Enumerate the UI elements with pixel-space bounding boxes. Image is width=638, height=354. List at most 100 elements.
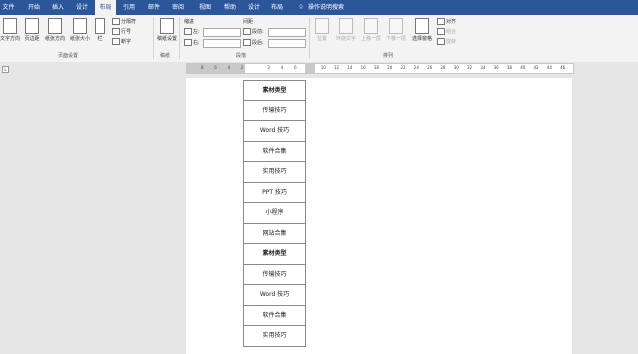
ruler-tick-label: 40	[520, 65, 526, 70]
table-cell[interactable]: Word 技巧	[244, 285, 305, 306]
btn-label: 对齐	[446, 19, 457, 25]
line-numbers-button[interactable]: 行号	[112, 28, 131, 35]
ruler-tick-label: 6	[294, 65, 297, 70]
group-button[interactable]: 组合	[437, 28, 456, 35]
page-setup-group-label: 页面设置	[58, 53, 79, 59]
spacing-before-input[interactable]	[268, 28, 306, 37]
ruler-tick-label: 32	[467, 65, 473, 70]
ribbon-panel: 文字方向 页边距 纸张方向 纸张大小 栏 分隔符 行号 断字 页面设置 稿纸设置…	[0, 15, 638, 63]
align-button[interactable]: 对齐	[437, 18, 456, 25]
table-cell[interactable]: 小程序	[244, 203, 305, 224]
spacing-after-icon	[243, 39, 251, 46]
tab-design[interactable]: 设计	[71, 0, 93, 15]
btn-label: 页边距	[24, 36, 40, 42]
margins-icon	[25, 18, 39, 34]
breaks-icon	[112, 18, 120, 25]
btn-label: 栏	[97, 36, 103, 42]
breaks-button[interactable]: 分隔符	[112, 18, 136, 25]
ruler-tick-label: 46	[560, 65, 566, 70]
spacing-after-label: 段后:	[243, 39, 264, 46]
columns-button[interactable]: 栏	[94, 18, 106, 42]
btn-label: 环绕文字	[335, 36, 356, 42]
tab-help[interactable]: 帮助	[219, 0, 241, 15]
margins-button[interactable]: 页边距	[22, 18, 42, 42]
label-text: 段后:	[252, 40, 264, 46]
text-direction-button[interactable]: 文字方向	[0, 18, 20, 42]
ruler-tick-label: 36	[493, 65, 499, 70]
table-cell[interactable]: 实用技巧	[244, 326, 305, 347]
label-text: 段前:	[252, 29, 264, 35]
position-icon	[315, 18, 329, 34]
btn-label: 位置	[316, 36, 327, 42]
ruler-tick-label: 12	[334, 65, 340, 70]
bring-forward-icon	[364, 18, 378, 34]
ruler-tick-label: 2	[240, 65, 244, 70]
table-cell[interactable]: 传输技巧	[244, 265, 305, 285]
table-cell[interactable]: Word 技巧	[244, 121, 305, 142]
btn-label: 纸张方向	[44, 36, 65, 42]
label-text: 右:	[193, 40, 200, 46]
position-button[interactable]: 位置	[312, 18, 332, 42]
spacing-heading: 间距	[243, 19, 254, 25]
table-cell[interactable]: PPT 技巧	[244, 183, 305, 203]
tab-table-design[interactable]: 设计	[243, 0, 265, 15]
manuscript-settings-button[interactable]: 稿纸设置	[157, 18, 177, 42]
line-numbers-icon	[112, 28, 120, 35]
tab-table-layout[interactable]: 布局	[266, 0, 288, 15]
tab-selector-icon[interactable]: L	[2, 66, 9, 73]
ruler-tick-label: 22	[400, 65, 406, 70]
selection-pane-button[interactable]: 选择窗格	[409, 18, 435, 42]
hyphenation-button[interactable]: 断字	[112, 38, 131, 45]
rotate-icon	[437, 38, 445, 45]
indent-right-input[interactable]	[203, 39, 241, 48]
ribbon-tab-bar: 文件 开始 插入 设计 布局 引用 邮件 审阅 视图 帮助 设计 布局 💡︎ 操…	[0, 0, 638, 15]
table-cell[interactable]: 传输技巧	[244, 101, 305, 121]
ruler-tick-label: 34	[480, 65, 486, 70]
btn-label: 下移一层	[385, 36, 406, 42]
ruler-tick-label: 4	[280, 65, 284, 70]
spacing-before-icon	[243, 28, 251, 35]
horizontal-ruler[interactable]: 8 6 4 2 2 4 6 10 12 14 16 18 20 22 24 26 28 30 32 34 36 38 40 4…	[186, 63, 574, 74]
indent-left-label: 左:	[184, 28, 200, 35]
table-cell[interactable]: 素材类型	[244, 80, 305, 101]
wrap-text-button[interactable]: 环绕文字	[334, 18, 358, 42]
tab-home[interactable]: 开始	[22, 0, 46, 15]
lightbulb-icon[interactable]: 💡︎	[296, 0, 306, 15]
btn-label: 选择窗格	[411, 36, 432, 42]
table-cell[interactable]: 素材类型	[244, 244, 305, 265]
btn-label: 文字方向	[0, 36, 21, 42]
tab-references[interactable]: 引用	[118, 0, 140, 15]
columns-icon	[95, 18, 105, 34]
btn-label: 断字	[121, 39, 132, 45]
tab-file[interactable]: 文件	[0, 0, 17, 15]
group-divider	[153, 17, 154, 59]
table-cell[interactable]: 实用技巧	[244, 162, 305, 183]
orientation-button[interactable]: 纸张方向	[43, 18, 67, 42]
send-backward-button[interactable]: 下移一层	[384, 18, 408, 42]
ruler-tick-label: 42	[533, 65, 539, 70]
hyphenation-icon	[112, 38, 120, 45]
indent-right-icon	[184, 39, 192, 46]
tell-me-search[interactable]: 操作说明搜索	[308, 0, 352, 15]
spacing-after-input[interactable]	[268, 39, 306, 48]
table-cell[interactable]: 软件合集	[244, 142, 305, 162]
table-cell[interactable]: 软件合集	[244, 306, 305, 326]
label-text: 左:	[193, 29, 200, 35]
ruler-tick-label: 20	[387, 65, 393, 70]
document-table[interactable]: 素材类型 传输技巧 Word 技巧 软件合集 实用技巧 PPT 技巧 小程序 网站合集 素材类型…	[243, 80, 306, 347]
rotate-button[interactable]: 旋转	[437, 38, 456, 45]
wrap-text-icon	[339, 18, 353, 34]
ruler-tick-label: 28	[440, 65, 446, 70]
table-cell[interactable]: 网站合集	[244, 224, 305, 244]
bring-forward-button[interactable]: 上移一层	[359, 18, 383, 42]
size-button[interactable]: 纸张大小	[68, 18, 92, 42]
tab-layout[interactable]: 布局	[95, 0, 116, 15]
tab-review[interactable]: 审阅	[167, 0, 189, 15]
btn-label: 纸张大小	[69, 36, 90, 42]
ruler-tick-label: 14	[347, 65, 353, 70]
tab-insert[interactable]: 插入	[47, 0, 69, 15]
indent-left-input[interactable]	[203, 28, 241, 37]
tab-view[interactable]: 视图	[194, 0, 216, 15]
tab-mailings[interactable]: 邮件	[143, 0, 165, 15]
ruler-tick-label: 10	[320, 65, 326, 70]
